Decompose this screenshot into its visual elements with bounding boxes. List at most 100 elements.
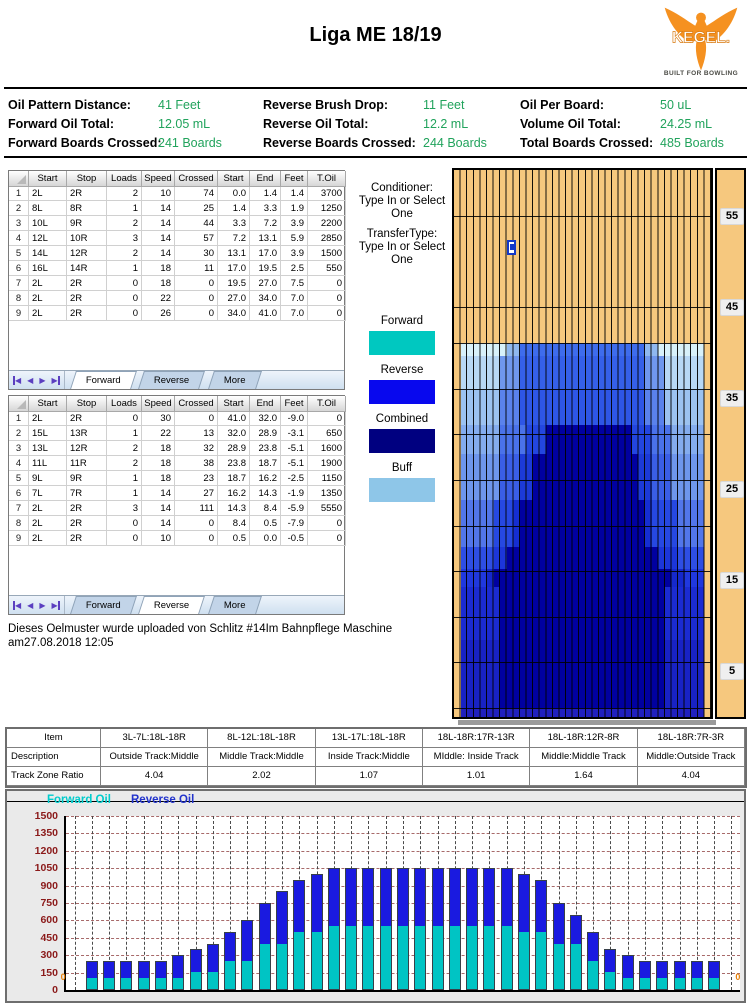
table-cell: 3 <box>107 501 142 516</box>
nav-prev-icon[interactable]: ◀ <box>27 376 33 385</box>
oil-bar <box>86 961 98 990</box>
reverse-oil-segment <box>346 869 356 926</box>
ratio-cell: 4.04 <box>638 767 745 786</box>
table-cell: 10 <box>142 186 175 201</box>
nav-next-icon[interactable]: ▶ <box>39 601 45 610</box>
oil-band <box>454 425 711 453</box>
forward-oil-segment <box>139 978 149 989</box>
table-row: 215L13R1221332.028.9-3.1650 <box>9 426 344 441</box>
phoenix-icon: KEGEL. <box>659 6 743 72</box>
tab-reverse[interactable]: Reverse <box>139 371 206 389</box>
nav-last-icon[interactable]: ▶ <box>51 601 59 610</box>
reverse-oil-segment <box>692 962 702 978</box>
oil-bar <box>397 868 409 990</box>
ratio-cell: Middle:Outside Track <box>638 748 745 767</box>
ratio-cell: Middle Track:Middle <box>208 748 315 767</box>
row-number: 1 <box>9 186 29 201</box>
distance-label: 35 <box>720 390 744 407</box>
nav-first-icon[interactable]: ◀ <box>13 601 21 610</box>
table-cell: 18 <box>142 261 175 276</box>
column-header: Stop <box>67 171 107 187</box>
oil-band <box>454 500 711 546</box>
band-segment <box>658 343 704 356</box>
oil-bar <box>483 868 495 990</box>
row-number: 3 <box>9 441 29 456</box>
tab-more[interactable]: More <box>208 596 262 614</box>
forward-oil-segment <box>675 978 685 989</box>
stats-column: Oil Per Board:50 uLVolume Oil Total:24.2… <box>520 96 724 153</box>
tab-forward[interactable]: Forward <box>70 371 137 389</box>
nav-first-icon[interactable]: ◀ <box>13 376 21 385</box>
reverse-oil-segment <box>433 869 443 926</box>
tab-label: Reverse <box>154 600 189 611</box>
track-zone-ratio-table: Item3L-7L:18L-18R8L-12L:18L-18R13L-17L:1… <box>5 727 747 788</box>
table-cell: 1250 <box>308 201 346 216</box>
table-cell: 19.5 <box>218 276 250 291</box>
band-segment <box>645 389 665 425</box>
legend-label: Reverse <box>348 364 456 377</box>
reverse-oil-segment <box>588 933 598 961</box>
stat-value: 50 uL <box>660 96 691 115</box>
distance-line <box>454 617 711 618</box>
table-cell: 18 <box>142 441 175 456</box>
table-cell: 0 <box>308 531 346 546</box>
ratio-row-label: Item <box>7 729 101 748</box>
table-corner-cell[interactable] <box>9 171 29 187</box>
oil-bar <box>570 915 582 990</box>
table-cell: 2850 <box>308 231 346 246</box>
band-segment <box>652 500 678 546</box>
forward-oil-segment <box>104 978 114 989</box>
conditioner-select[interactable]: Type In or Select One <box>348 195 456 221</box>
stat-value: 12.05 mL <box>158 115 210 134</box>
table-cell: 2R <box>67 516 107 531</box>
ratio-cell: 8L-12L:18L-18R <box>208 729 315 748</box>
table-corner-cell[interactable] <box>9 396 29 412</box>
band-segment <box>461 708 705 717</box>
marker-dot <box>510 244 514 250</box>
forward-oil-segment <box>208 972 218 989</box>
oil-band <box>454 547 711 570</box>
row-number: 3 <box>9 216 29 231</box>
table-cell: 10R <box>67 231 107 246</box>
distance-label: 5 <box>720 663 744 680</box>
band-segment <box>461 500 494 546</box>
column-header: Feet <box>281 171 308 187</box>
oil-bar <box>224 932 236 990</box>
forward-oil-segment <box>605 972 615 989</box>
transfer-type-select[interactable]: Type In or Select One <box>348 241 456 267</box>
table-cell: -5.1 <box>281 456 308 471</box>
table-cell: 0 <box>107 516 142 531</box>
table-cell: 3700 <box>308 186 346 201</box>
table-tab-strip: ◀ ◀ ▶ ▶ ForwardReverseMore <box>9 370 344 389</box>
column-header: Stop <box>67 396 107 412</box>
table-cell: 14R <box>67 261 107 276</box>
tab-more[interactable]: More <box>208 371 262 389</box>
corner-triangle-icon <box>17 175 26 184</box>
ratio-cell: 3L-7L:18L-18R <box>101 729 208 748</box>
column-header: Start <box>218 171 250 187</box>
tab-reverse[interactable]: Reverse <box>139 596 206 614</box>
oil-distribution-chart: Forward Oil Reverse Oil 00 0150300450600… <box>5 789 746 1003</box>
table-cell: 2.5 <box>281 261 308 276</box>
table-cell: 0 <box>175 516 218 531</box>
row-number: 2 <box>9 201 29 216</box>
forward-oil-segment <box>588 961 598 989</box>
reverse-oil-segment <box>605 950 615 972</box>
tab-forward[interactable]: Forward <box>70 596 137 614</box>
reverse-oil-segment <box>139 962 149 978</box>
oil-band <box>454 454 711 500</box>
stat-value: 24.25 mL <box>660 115 712 134</box>
table-cell: 650 <box>308 426 346 441</box>
forward-oil-segment <box>260 944 270 989</box>
table-cell: -2.5 <box>281 471 308 486</box>
oil-bar <box>190 949 202 990</box>
table-cell: 32.0 <box>218 426 250 441</box>
tab-label: More <box>224 600 246 611</box>
band-segment <box>461 640 501 707</box>
table-cell: 74 <box>175 186 218 201</box>
nav-prev-icon[interactable]: ◀ <box>27 601 33 610</box>
nav-last-icon[interactable]: ▶ <box>51 376 59 385</box>
nav-next-icon[interactable]: ▶ <box>39 376 45 385</box>
oil-bar <box>674 961 686 990</box>
reverse-oil-segment <box>657 962 667 978</box>
